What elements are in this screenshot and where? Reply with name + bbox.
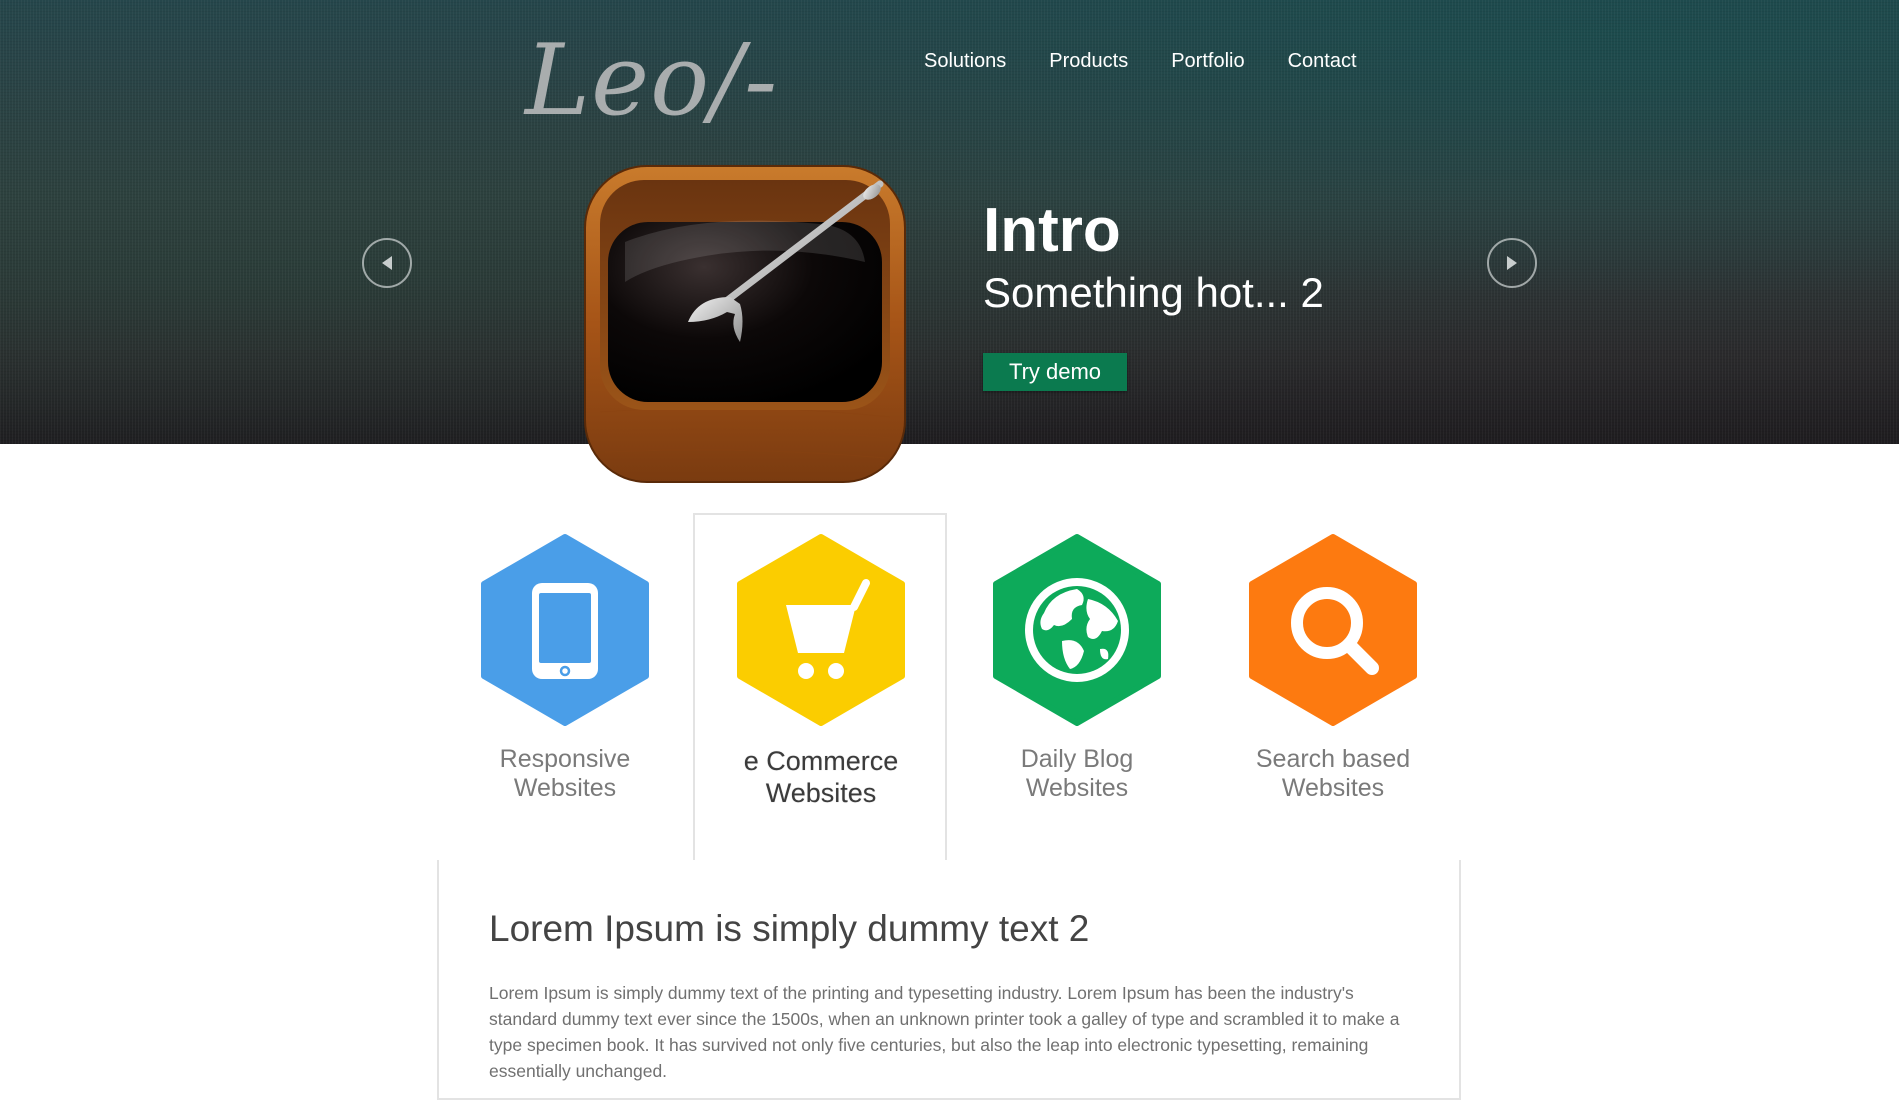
mobile-phone-icon (481, 534, 649, 726)
arrow-right-icon (1507, 256, 1517, 270)
feature-label-line1: Search based (1255, 745, 1411, 773)
feature-label: e Commerce Websites (693, 745, 949, 809)
main-nav: Solutions Products Portfolio Contact (924, 50, 1357, 73)
content-body: Lorem Ipsum is simply dummy text of the … (489, 983, 1400, 1081)
slide-title: Intro (983, 196, 1121, 265)
site-logo[interactable]: Leo/- (525, 32, 778, 130)
feature-label-line1: Responsive (499, 745, 631, 773)
feature-responsive-websites[interactable]: Responsive Websites (437, 533, 693, 803)
shopping-cart-icon (737, 534, 905, 726)
content-title: Lorem Ipsum is simply dummy text 2 (489, 908, 1090, 949)
feature-label: Daily Blog Websites (949, 745, 1205, 803)
slider-prev-button[interactable] (362, 238, 412, 288)
feature-daily-blog-websites[interactable]: Daily Blog Websites (949, 533, 1205, 803)
feature-label-line2: Websites (1025, 774, 1129, 802)
feature-search-based-websites[interactable]: Search based Websites (1205, 533, 1461, 803)
feature-label-line2: Websites (513, 774, 617, 802)
nav-products[interactable]: Products (1049, 50, 1128, 73)
feature-label-line2: Websites (765, 778, 877, 808)
slider-next-button[interactable] (1487, 238, 1537, 288)
try-demo-button[interactable]: Try demo (983, 353, 1127, 391)
feature-label-line1: Daily Blog (1020, 745, 1134, 773)
feature-label-line1: e Commerce (743, 746, 899, 776)
feature-label: Responsive Websites (437, 745, 693, 803)
feature-ecommerce-websites[interactable]: e Commerce Websites (693, 533, 949, 809)
nav-contact[interactable]: Contact (1288, 50, 1357, 73)
coffee-tray-app-icon (584, 165, 906, 483)
feature-label-line2: Websites (1281, 774, 1385, 802)
arrow-left-icon (382, 256, 392, 270)
hero-slider: Leo/- Solutions Products Portfolio Conta… (0, 0, 1899, 444)
globe-icon (993, 534, 1161, 726)
magnifier-icon (1249, 534, 1417, 726)
nav-solutions[interactable]: Solutions (924, 50, 1006, 73)
feature-label: Search based Websites (1205, 745, 1461, 803)
slide-subtitle: Something hot... 2 (983, 269, 1324, 316)
nav-portfolio[interactable]: Portfolio (1171, 50, 1244, 73)
